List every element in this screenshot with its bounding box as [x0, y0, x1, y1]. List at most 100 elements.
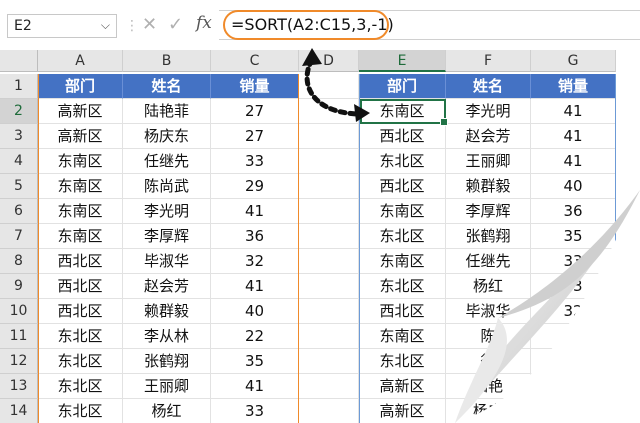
- cell-f13[interactable]: 陆艳: [446, 374, 531, 399]
- cell-f7[interactable]: 张鹤翔: [446, 224, 531, 249]
- cell-f10[interactable]: 毕淑华: [446, 299, 531, 324]
- cell-d12[interactable]: [299, 349, 359, 374]
- row-header-13[interactable]: 13: [0, 374, 38, 399]
- cell-f5[interactable]: 赖群毅: [446, 174, 531, 199]
- cell-g14[interactable]: [531, 399, 616, 423]
- cell-g1[interactable]: 销量: [531, 74, 616, 99]
- cell-c4[interactable]: 33: [211, 149, 299, 174]
- cell-g13[interactable]: [531, 374, 616, 399]
- cell-a9[interactable]: 西北区: [38, 274, 123, 299]
- column-header-f[interactable]: F: [446, 50, 531, 72]
- cell-b14[interactable]: 杨红: [123, 399, 211, 423]
- cell-e13[interactable]: 高新区: [359, 374, 446, 399]
- row-header-6[interactable]: 6: [0, 199, 38, 224]
- cell-e10[interactable]: 西北区: [359, 299, 446, 324]
- cell-b8[interactable]: 毕淑华: [123, 249, 211, 274]
- cell-c14[interactable]: 33: [211, 399, 299, 423]
- cell-b7[interactable]: 李厚辉: [123, 224, 211, 249]
- row-header-12[interactable]: 12: [0, 349, 38, 374]
- cell-d9[interactable]: [299, 274, 359, 299]
- cell-a6[interactable]: 东南区: [38, 199, 123, 224]
- cell-g8[interactable]: 33: [531, 249, 616, 274]
- cell-g9[interactable]: 33: [531, 274, 616, 299]
- cell-b10[interactable]: 赖群毅: [123, 299, 211, 324]
- cell-f6[interactable]: 李厚辉: [446, 199, 531, 224]
- cell-a1[interactable]: 部门: [38, 74, 123, 99]
- cell-a14[interactable]: 东北区: [38, 399, 123, 423]
- cell-e12[interactable]: 东北区: [359, 349, 446, 374]
- row-header-3[interactable]: 3: [0, 124, 38, 149]
- column-header-a[interactable]: A: [38, 50, 123, 72]
- name-box[interactable]: E2 ⌵: [7, 14, 117, 38]
- cell-f8[interactable]: 任继先: [446, 249, 531, 274]
- cell-c12[interactable]: 35: [211, 349, 299, 374]
- column-header-c[interactable]: C: [211, 50, 299, 72]
- cell-b1[interactable]: 姓名: [123, 74, 211, 99]
- cell-c7[interactable]: 36: [211, 224, 299, 249]
- row-header-1[interactable]: 1: [0, 74, 38, 99]
- row-header-11[interactable]: 11: [0, 324, 38, 349]
- cell-b4[interactable]: 任继先: [123, 149, 211, 174]
- row-header-5[interactable]: 5: [0, 174, 38, 199]
- cell-c6[interactable]: 41: [211, 199, 299, 224]
- cell-d6[interactable]: [299, 199, 359, 224]
- cell-b6[interactable]: 李光明: [123, 199, 211, 224]
- cell-d11[interactable]: [299, 324, 359, 349]
- cell-d13[interactable]: [299, 374, 359, 399]
- cell-d14[interactable]: [299, 399, 359, 423]
- cell-a11[interactable]: 东北区: [38, 324, 123, 349]
- cell-c9[interactable]: 41: [211, 274, 299, 299]
- row-header-9[interactable]: 9: [0, 274, 38, 299]
- row-header-10[interactable]: 10: [0, 299, 38, 324]
- cell-b3[interactable]: 杨庆东: [123, 124, 211, 149]
- cell-g10[interactable]: 32: [531, 299, 616, 324]
- cell-f4[interactable]: 王丽卿: [446, 149, 531, 174]
- cell-e6[interactable]: 东南区: [359, 199, 446, 224]
- cell-b12[interactable]: 张鹤翔: [123, 349, 211, 374]
- cell-f12[interactable]: 徐: [446, 349, 531, 374]
- cell-f14[interactable]: 杨庆: [446, 399, 531, 423]
- cell-e14[interactable]: 高新区: [359, 399, 446, 423]
- cancel-icon[interactable]: ✕: [142, 14, 157, 35]
- cell-e5[interactable]: 西北区: [359, 174, 446, 199]
- cell-b5[interactable]: 陈尚武: [123, 174, 211, 199]
- cell-g7[interactable]: 35: [531, 224, 616, 249]
- cell-b13[interactable]: 王丽卿: [123, 374, 211, 399]
- fx-icon[interactable]: fx: [196, 13, 212, 33]
- cell-g5[interactable]: 40: [531, 174, 616, 199]
- cell-b11[interactable]: 李从林: [123, 324, 211, 349]
- cell-d4[interactable]: [299, 149, 359, 174]
- chevron-down-icon[interactable]: ⌵: [101, 18, 110, 33]
- cell-g6[interactable]: 36: [531, 199, 616, 224]
- cell-c3[interactable]: 27: [211, 124, 299, 149]
- column-header-g[interactable]: G: [531, 50, 616, 72]
- row-header-2[interactable]: 2: [0, 99, 38, 124]
- cell-g4[interactable]: 41: [531, 149, 616, 174]
- cell-c8[interactable]: 32: [211, 249, 299, 274]
- cell-f1[interactable]: 姓名: [446, 74, 531, 99]
- row-header-7[interactable]: 7: [0, 224, 38, 249]
- cell-d7[interactable]: [299, 224, 359, 249]
- row-header-4[interactable]: 4: [0, 149, 38, 174]
- cell-b9[interactable]: 赵会芳: [123, 274, 211, 299]
- select-all-corner[interactable]: [0, 50, 38, 72]
- cell-g2[interactable]: 41: [531, 99, 616, 124]
- cell-a12[interactable]: 东北区: [38, 349, 123, 374]
- cell-a10[interactable]: 西北区: [38, 299, 123, 324]
- cell-d5[interactable]: [299, 174, 359, 199]
- formula-text[interactable]: =SORT(A2:C15,3,-1): [231, 15, 394, 34]
- cell-c5[interactable]: 29: [211, 174, 299, 199]
- cell-d10[interactable]: [299, 299, 359, 324]
- cell-f2[interactable]: 李光明: [446, 99, 531, 124]
- cell-e4[interactable]: 东北区: [359, 149, 446, 174]
- cell-a8[interactable]: 西北区: [38, 249, 123, 274]
- cell-g3[interactable]: 41: [531, 124, 616, 149]
- cell-c1[interactable]: 销量: [211, 74, 299, 99]
- cell-c2[interactable]: 27: [211, 99, 299, 124]
- cell-a7[interactable]: 东南区: [38, 224, 123, 249]
- row-header-8[interactable]: 8: [0, 249, 38, 274]
- cell-f9[interactable]: 杨红: [446, 274, 531, 299]
- cell-b2[interactable]: 陆艳菲: [123, 99, 211, 124]
- cell-c11[interactable]: 22: [211, 324, 299, 349]
- cell-c10[interactable]: 40: [211, 299, 299, 324]
